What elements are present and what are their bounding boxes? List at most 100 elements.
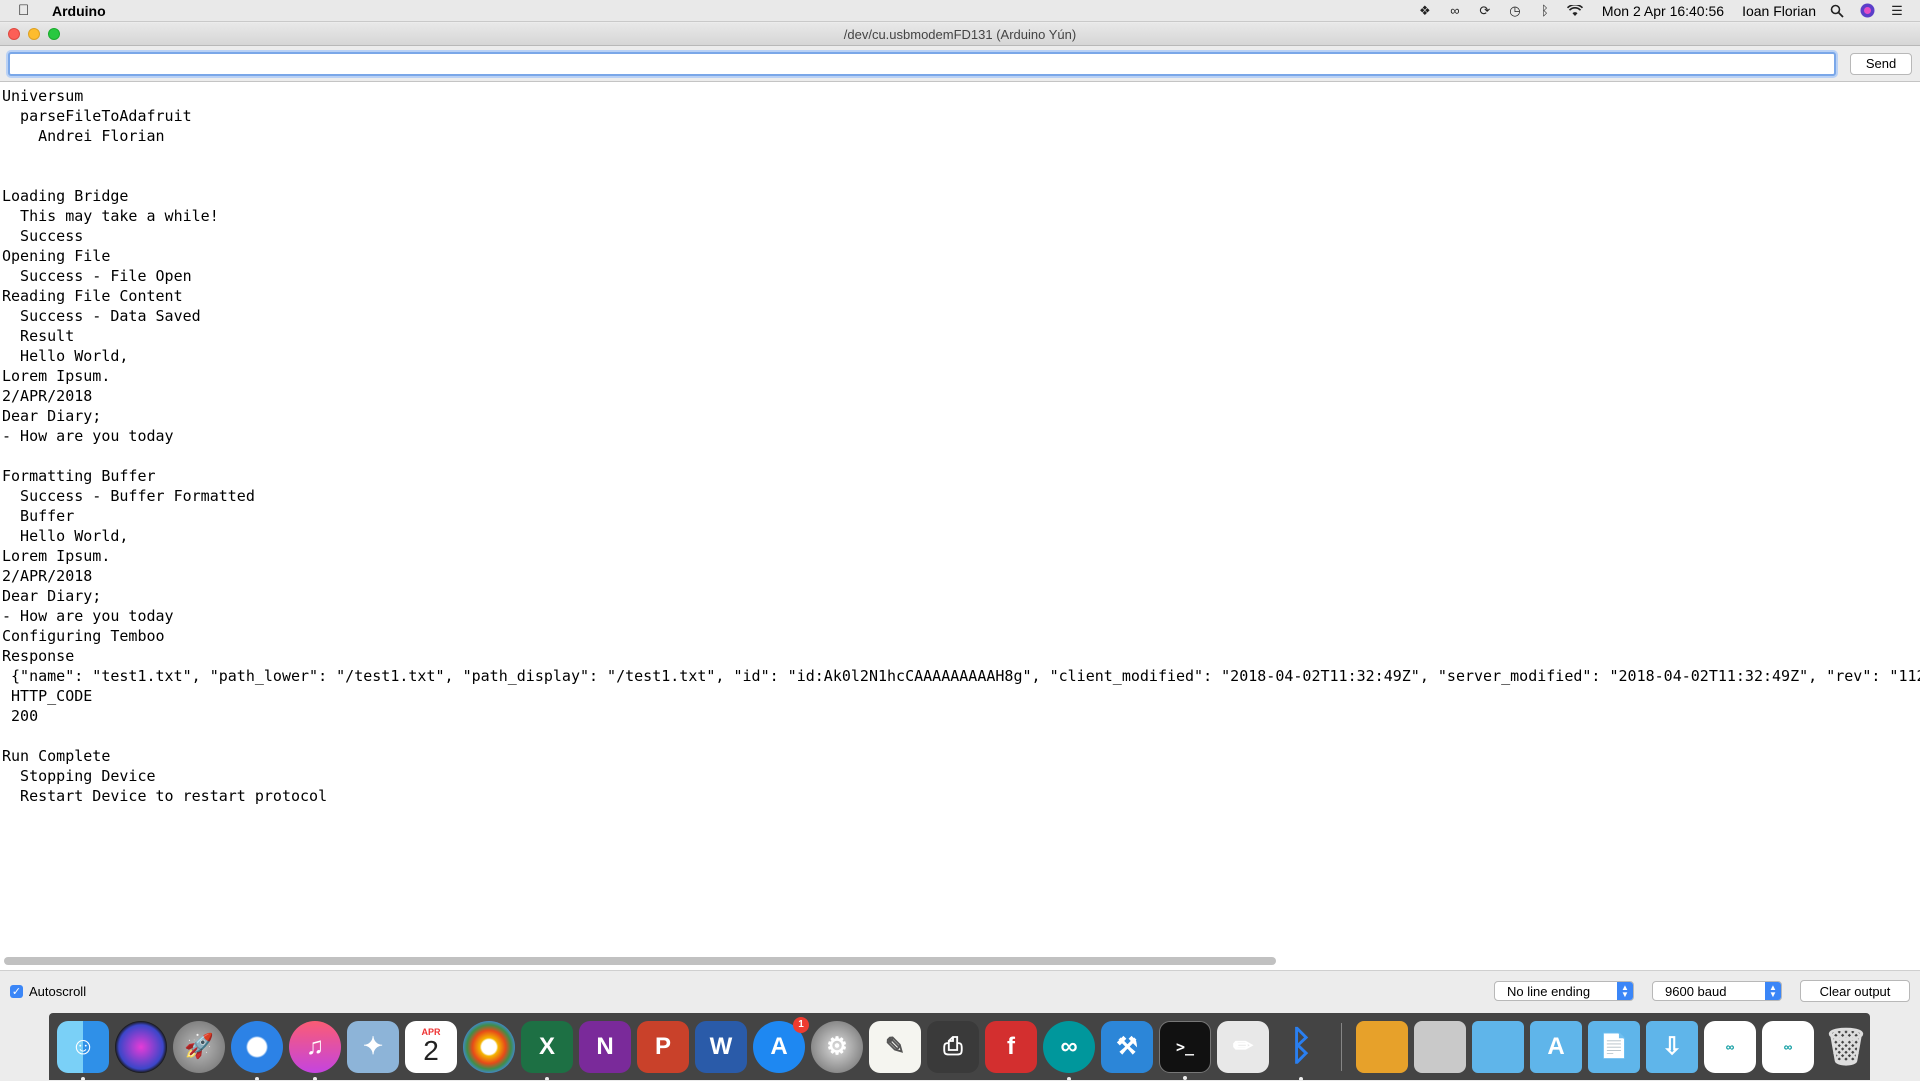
output-line: This may take a while! (2, 207, 219, 225)
close-button[interactable] (8, 28, 20, 40)
send-button[interactable]: Send (1850, 52, 1912, 75)
window-controls (8, 28, 60, 40)
baud-rate-select[interactable]: 9600 baud ▲ ▼ (1652, 981, 1782, 1001)
serial-output-text: Universum parseFileToAdafruit Andrei Flo… (0, 82, 1920, 810)
onenote-icon[interactable]: N (579, 1020, 631, 1073)
baud-rate-value: 9600 baud (1665, 983, 1727, 999)
siri-icon[interactable] (1858, 3, 1876, 19)
menu-clock[interactable]: Mon 2 Apr 16:40:56 (1602, 3, 1724, 19)
output-line: Success - File Open (2, 267, 192, 285)
output-line: - How are you today (2, 607, 174, 625)
downloads-folder-icon[interactable]: ⇩ (1646, 1020, 1698, 1073)
output-line: Dear Diary; (2, 407, 102, 425)
serial-output[interactable]: Universum parseFileToAdafruit Andrei Flo… (0, 82, 1920, 971)
output-line: Success - Buffer Formatted (2, 487, 255, 505)
output-line: Success - Data Saved (2, 307, 201, 325)
time-machine-icon[interactable]: ◷ (1506, 3, 1524, 19)
launchpad-icon[interactable]: 🚀 (173, 1020, 225, 1073)
output-line: Hello World, (2, 527, 129, 545)
output-line: Lorem Ipsum. (2, 367, 111, 385)
scrollbar-thumb[interactable] (4, 957, 1276, 965)
output-line: Run Complete (2, 747, 111, 765)
fritzing-icon[interactable]: f (985, 1020, 1037, 1073)
applications-folder-icon[interactable]: A (1530, 1020, 1582, 1073)
output-line: Response (2, 647, 75, 665)
infinity-icon[interactable]: ∞ (1446, 3, 1464, 19)
terminal-icon[interactable]: >_ (1159, 1020, 1211, 1080)
horizontal-scrollbar[interactable] (0, 956, 1920, 966)
menu-bar:  Arduino ❖ ∞ ⟳ ◷ ᛒ Mon 2 Apr 16:40:56 I… (0, 0, 1920, 22)
documents-folder-icon[interactable]: 📄 (1588, 1020, 1640, 1073)
window-title: /dev/cu.usbmodemFD131 (Arduino Yún) (843, 26, 1077, 42)
running-indicator (1183, 1075, 1187, 1080)
autoscroll-label[interactable]: Autoscroll (29, 984, 86, 999)
autoscroll-checkbox[interactable]: ✓ (10, 984, 23, 998)
app-store-badge: 1 (793, 1016, 809, 1033)
line-ending-select[interactable]: No line ending ▲ ▼ (1494, 981, 1634, 1001)
serial-monitor-window: /dev/cu.usbmodemFD131 (Arduino Yún) Send… (0, 23, 1920, 1011)
safari-icon[interactable] (231, 1020, 283, 1081)
zoom-button[interactable] (48, 28, 60, 40)
output-line: Reading File Content (2, 287, 183, 305)
search-icon[interactable] (1828, 3, 1846, 19)
output-line: - How are you today (2, 427, 174, 445)
app-name-menu[interactable]: Arduino (52, 3, 106, 19)
output-line: 2/APR/2018 (2, 567, 93, 585)
serial-input[interactable] (8, 51, 1836, 76)
folder-icon[interactable] (1472, 1020, 1524, 1073)
dock-separator (1341, 1022, 1342, 1071)
output-line: Formatting Buffer (2, 467, 156, 485)
photos-icon[interactable] (463, 1020, 515, 1073)
textedit-icon[interactable]: ✎ (869, 1020, 921, 1073)
output-line: Andrei Florian (2, 127, 165, 145)
calendar-icon[interactable]: APR 2 (405, 1020, 457, 1073)
menu-user[interactable]: Ioan Florian (1742, 3, 1816, 19)
output-line: Buffer (2, 507, 75, 525)
itunes-icon[interactable]: ♫ (289, 1020, 341, 1081)
output-line: Stopping Device (2, 767, 156, 785)
arduino-icon[interactable]: ∞ (1043, 1020, 1095, 1081)
script-editor-icon[interactable]: ✏ (1217, 1020, 1269, 1073)
output-line: 2/APR/2018 (2, 387, 93, 405)
line-ending-value: No line ending (1507, 983, 1591, 999)
list-icon[interactable]: ☰ (1888, 3, 1906, 19)
powerpoint-icon[interactable]: P (637, 1020, 689, 1073)
minimized-window-icon[interactable]: ∞ (1704, 1020, 1756, 1073)
chevron-updown-icon: ▲ ▼ (1617, 982, 1633, 1000)
bottom-bar: ✓ Autoscroll No line ending ▲ ▼ 9600 baud… (0, 971, 1920, 1011)
siri-dock-icon[interactable] (115, 1020, 167, 1073)
disk-icon[interactable] (1356, 1020, 1408, 1073)
system-preferences-icon[interactable]: ⚙ (811, 1020, 863, 1073)
output-line: Dear Diary; (2, 587, 102, 605)
bluetooth-exchange-icon[interactable]: ᛒ (1275, 1021, 1327, 1081)
clear-output-button[interactable]: Clear output (1800, 980, 1910, 1002)
wifi-icon[interactable] (1566, 3, 1584, 19)
printer-icon[interactable]: ⎙ (927, 1020, 979, 1073)
output-line: Loading Bridge (2, 187, 129, 205)
output-line: Result (2, 327, 75, 345)
output-line: Opening File (2, 247, 111, 265)
disk-icon[interactable] (1414, 1020, 1466, 1073)
word-icon[interactable]: W (695, 1020, 747, 1073)
minimized-window-icon[interactable]: ∞ (1762, 1020, 1814, 1073)
output-line: Lorem Ipsum. (2, 547, 111, 565)
xcode-icon[interactable]: ⚒ (1101, 1020, 1153, 1073)
sync-icon[interactable]: ⟳ (1476, 3, 1494, 19)
excel-icon[interactable]: X (521, 1020, 573, 1081)
dock: ☺ 🚀 ♫ ✦ APR 2 X N P W A1 ⚙ ✎ ⎙ f ∞ ⚒ >_ … (49, 1013, 1872, 1081)
apple-icon[interactable]:  (18, 2, 38, 19)
bluetooth-icon[interactable]: ᛒ (1536, 3, 1554, 19)
preview-icon[interactable]: ✦ (347, 1020, 399, 1073)
app-store-icon[interactable]: A1 (753, 1016, 809, 1073)
finder-icon[interactable]: ☺ (57, 1020, 109, 1081)
window-titlebar[interactable]: /dev/cu.usbmodemFD131 (Arduino Yún) (0, 23, 1920, 46)
status-area: ❖ ∞ ⟳ ◷ ᛒ Mon 2 Apr 16:40:56 Ioan Floria… (1416, 3, 1920, 19)
minimize-button[interactable] (28, 28, 40, 40)
output-line: HTTP_CODE (2, 687, 93, 705)
dropbox-icon[interactable]: ❖ (1416, 3, 1434, 19)
trash-icon[interactable]: 🗑 (1820, 1021, 1872, 1073)
